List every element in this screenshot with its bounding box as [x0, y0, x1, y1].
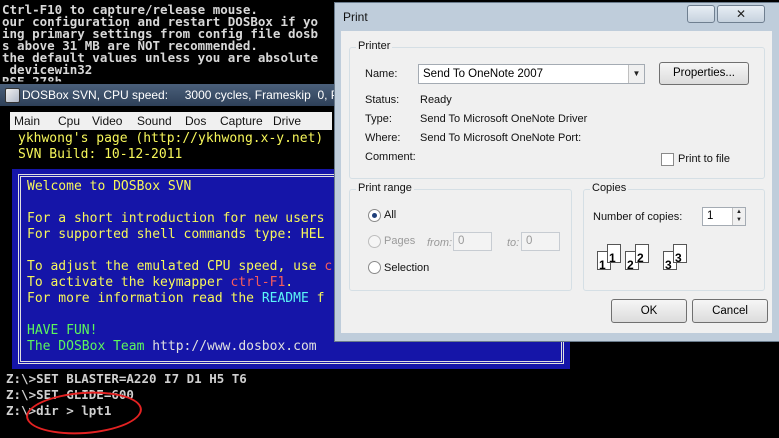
num-copies-label: Number of copies:	[593, 211, 683, 223]
welcome-text: .	[285, 275, 294, 290]
welcome-line: To activate the keymapper ctrl-F1.	[27, 276, 293, 290]
printer-group-label: Printer	[356, 40, 393, 52]
menu-sound[interactable]: Sound	[137, 112, 172, 130]
print-dialog[interactable]: Print ✕ Printer Name: Send To OneNote 20…	[334, 2, 779, 342]
dosbox-title: DOSBox SVN, CPU speed: 3000 cycles, Fram…	[22, 88, 339, 102]
menu-main[interactable]: Main	[14, 112, 40, 130]
welcome-line: For supported shell commands type: HEL	[27, 227, 325, 242]
range-pages-label: Pages	[384, 235, 416, 247]
copies-group-label: Copies	[590, 182, 629, 194]
spinner-arrows-icon[interactable]: ▲ ▼	[732, 208, 745, 225]
header-line-2: SVN Build: 10-12-2011	[18, 147, 183, 162]
copies-group: Copies	[583, 182, 765, 291]
printer-name-select[interactable]: Send To OneNote 2007 ▼	[418, 64, 645, 84]
welcome-key: ctrl-F1	[230, 275, 286, 290]
type-value: Send To Microsoft OneNote Driver	[420, 113, 588, 125]
from-label: from:	[427, 237, 453, 249]
menu-dos[interactable]: Dos	[185, 112, 206, 130]
collate-page: 2	[635, 244, 649, 265]
close-button[interactable]: ✕	[717, 5, 765, 23]
print-to-file-checkbox[interactable]	[661, 153, 674, 166]
welcome-key: c	[324, 259, 333, 274]
ok-button[interactable]: OK	[611, 299, 687, 323]
welcome-text: To activate the keymapper	[27, 275, 231, 290]
welcome-text: f	[308, 291, 325, 306]
type-label: Type:	[365, 113, 392, 125]
range-all-radio[interactable]	[368, 209, 381, 222]
range-all-label: All	[384, 209, 397, 221]
num-copies-spinner[interactable]: 1 ▲ ▼	[702, 207, 746, 226]
welcome-text: To adjust the emulated CPU speed, use	[27, 259, 325, 274]
cancel-button[interactable]: Cancel	[692, 299, 768, 323]
welcome-team-line: The DOSBox Team http://www.dosbox.com	[27, 340, 317, 354]
range-pages-radio[interactable]	[368, 235, 381, 248]
dialog-title: Print	[343, 10, 368, 24]
num-copies-value: 1	[707, 210, 714, 222]
to-field[interactable]: 0	[521, 232, 560, 251]
welcome-line: To adjust the emulated CPU speed, use c	[27, 260, 332, 274]
dosbox-menubar: Main Cpu Video Sound Dos Capture Drive	[10, 112, 332, 130]
name-label: Name:	[365, 68, 398, 80]
welcome-title: Welcome to DOSBox SVN	[27, 179, 192, 194]
welcome-text: For more information read the	[27, 291, 262, 306]
menu-drive[interactable]: Drive	[273, 112, 301, 130]
chevron-down-icon: ▼	[628, 65, 644, 83]
close-icon: ✕	[735, 7, 747, 21]
print-to-file-label: Print to file	[678, 153, 730, 165]
command-line: Z:\>SET BLASTER=A220 I7 D1 H5 T6	[6, 371, 247, 386]
range-selection-label: Selection	[384, 262, 430, 274]
collate-page: 1	[607, 244, 621, 265]
from-field[interactable]: 0	[453, 232, 492, 251]
menu-cpu[interactable]: Cpu	[58, 112, 80, 130]
help-button[interactable]	[687, 5, 715, 23]
dosbox-app-icon	[5, 88, 20, 103]
dosbox-titlebar[interactable]: DOSBox SVN, CPU speed: 3000 cycles, Fram…	[0, 84, 342, 106]
comment-label: Comment:	[365, 151, 416, 163]
console-line: devicewin32	[2, 62, 93, 77]
print-range-label: Print range	[356, 182, 414, 194]
welcome-readme: README	[261, 291, 309, 306]
to-label: to:	[507, 237, 520, 249]
status-label: Status:	[365, 94, 400, 106]
header-line-1: ykhwong's page (http://ykhwong.x-y.net)	[18, 131, 324, 146]
range-selection-radio[interactable]	[368, 261, 381, 274]
dialog-body: Printer Name: Send To OneNote 2007 ▼ Pro…	[341, 31, 772, 333]
menu-video[interactable]: Video	[92, 112, 122, 130]
welcome-havefun: HAVE FUN!	[27, 323, 98, 338]
where-value: Send To Microsoft OneNote Port:	[420, 132, 582, 144]
welcome-line: For more information read the README f	[27, 292, 324, 306]
status-value: Ready	[420, 94, 452, 106]
collate-page: 3	[673, 244, 687, 265]
welcome-line: For a short introduction for new users	[27, 211, 325, 226]
properties-button[interactable]: Properties...	[659, 62, 749, 85]
welcome-team: The DOSBox Team	[27, 339, 153, 354]
welcome-url: http://www.dosbox.com	[152, 339, 317, 354]
printer-name-value: Send To OneNote 2007	[423, 68, 543, 80]
menu-capture[interactable]: Capture	[220, 112, 263, 130]
where-label: Where:	[365, 132, 401, 144]
